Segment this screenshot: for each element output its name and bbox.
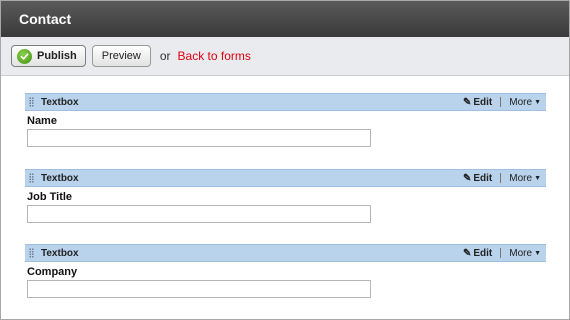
edit-label: Edit <box>473 247 493 259</box>
form-field: Textbox ✎ Edit More ▼ Job Title <box>25 169 546 223</box>
divider <box>500 248 502 258</box>
pencil-icon: ✎ <box>462 172 472 184</box>
publish-label: Publish <box>37 50 77 62</box>
caret-down-icon: ▼ <box>534 98 541 106</box>
divider <box>500 173 502 183</box>
more-menu[interactable]: More ▼ <box>509 173 541 184</box>
preview-button[interactable]: Preview <box>91 45 151 67</box>
edit-label: Edit <box>473 172 493 184</box>
drag-handle-icon[interactable] <box>29 248 34 258</box>
field-header-bar[interactable]: Textbox ✎ Edit More ▼ <box>25 244 546 262</box>
edit-button[interactable]: ✎ Edit <box>463 248 492 259</box>
pencil-icon: ✎ <box>462 96 472 108</box>
form-field: Textbox ✎ Edit More ▼ Company <box>25 244 546 298</box>
divider <box>500 97 502 107</box>
toolbar: Publish Preview or Back to forms <box>1 37 569 76</box>
back-to-forms-link[interactable]: Back to forms <box>178 49 251 63</box>
publish-button[interactable]: Publish <box>11 45 86 67</box>
field-header-bar[interactable]: Textbox ✎ Edit More ▼ <box>25 169 546 187</box>
preview-label: Preview <box>101 50 141 62</box>
field-label: Job Title <box>27 191 73 203</box>
more-label: More <box>509 96 533 108</box>
or-text: or <box>159 49 171 63</box>
edit-label: Edit <box>473 96 493 108</box>
more-label: More <box>509 172 533 184</box>
more-menu[interactable]: More ▼ <box>509 248 541 259</box>
check-circle-icon <box>17 48 32 64</box>
more-menu[interactable]: More ▼ <box>509 97 541 108</box>
company-input[interactable] <box>27 280 371 298</box>
caret-down-icon: ▼ <box>534 249 541 257</box>
drag-handle-icon[interactable] <box>29 97 34 107</box>
form-field: Textbox ✎ Edit More ▼ Name <box>25 93 546 147</box>
caret-down-icon: ▼ <box>534 174 541 182</box>
more-label: More <box>509 247 533 259</box>
edit-button[interactable]: ✎ Edit <box>463 97 492 108</box>
field-type-label: Textbox <box>41 172 79 184</box>
field-label: Company <box>27 266 78 278</box>
job-title-input[interactable] <box>27 205 371 223</box>
window-title: Contact <box>1 1 569 37</box>
form-editor-window: Contact Publish Preview or Back to forms… <box>0 0 570 320</box>
pencil-icon: ✎ <box>462 247 472 259</box>
field-type-label: Textbox <box>41 247 79 259</box>
name-input[interactable] <box>27 129 371 147</box>
field-header-bar[interactable]: Textbox ✎ Edit More ▼ <box>25 93 546 111</box>
drag-handle-icon[interactable] <box>29 173 34 183</box>
field-type-label: Textbox <box>41 96 79 108</box>
field-label: Name <box>27 115 57 127</box>
edit-button[interactable]: ✎ Edit <box>463 173 492 184</box>
